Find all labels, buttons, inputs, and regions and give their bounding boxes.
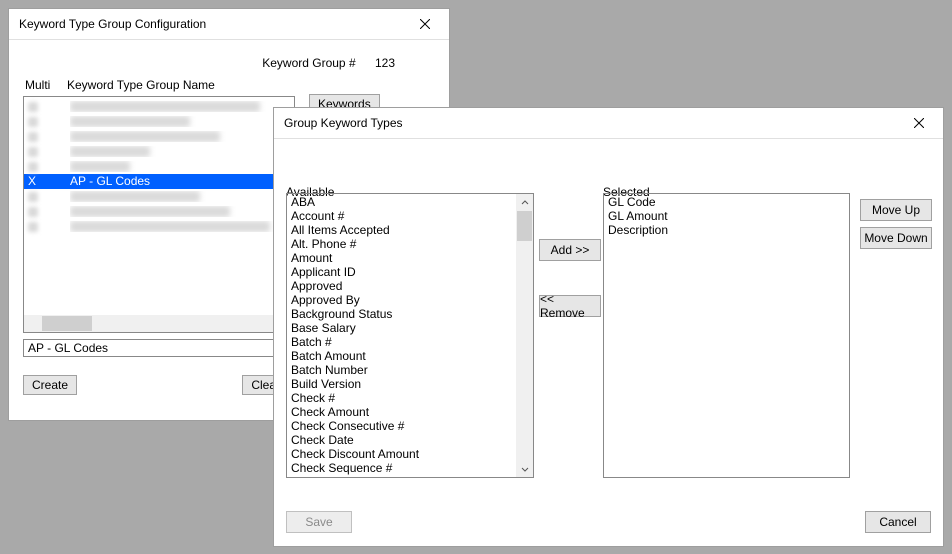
available-item[interactable]: Batch # [291,335,512,349]
available-item[interactable]: Check Discount Amount [291,447,512,461]
group-row[interactable] [24,99,294,114]
close-icon[interactable] [407,11,443,37]
scrollbar-thumb[interactable] [42,316,92,331]
available-item[interactable]: Base Salary [291,321,512,335]
group-row[interactable] [24,219,294,234]
group-row[interactable] [24,189,294,204]
group-keyword-types-window: Group Keyword Types Available ABAAccount… [273,107,944,547]
available-item[interactable]: Applicant ID [291,265,512,279]
move-down-button[interactable]: Move Down [860,227,932,249]
column-name: Keyword Type Group Name [67,78,435,92]
window-body: Available ABAAccount #All Items Accepted… [274,139,943,547]
cancel-button[interactable]: Cancel [865,511,931,533]
group-row-name [70,146,294,157]
group-row-multi [28,117,70,127]
available-item[interactable]: Approved By [291,293,512,307]
available-item[interactable]: Account # [291,209,512,223]
group-list[interactable]: XAP - GL Codes [23,96,295,333]
selected-listbox[interactable]: GL CodeGL AmountDescription [603,193,850,478]
group-row-multi [28,207,70,217]
window-title: Group Keyword Types [284,116,901,130]
group-row[interactable]: XAP - GL Codes [24,174,294,189]
scrollbar-thumb[interactable] [517,211,532,241]
group-row-name [70,101,294,112]
available-item[interactable]: Background Status [291,307,512,321]
selected-item[interactable]: GL Code [608,195,845,209]
selected-item[interactable]: GL Amount [608,209,845,223]
add-button[interactable]: Add >> [539,239,601,261]
group-row-name [70,116,294,127]
available-item[interactable]: Check # [291,391,512,405]
close-icon[interactable] [901,110,937,136]
group-row-multi [28,147,70,157]
available-item[interactable]: Approved [291,279,512,293]
available-listbox[interactable]: ABAAccount #All Items AcceptedAlt. Phone… [286,193,534,478]
available-item[interactable]: Alt. Phone # [291,237,512,251]
group-row[interactable] [24,114,294,129]
keyword-group-number-row: Keyword Group # 123 [23,48,435,78]
available-item[interactable]: Check Amount [291,405,512,419]
group-row-name [70,191,294,202]
group-row-multi [28,162,70,172]
group-row[interactable] [24,144,294,159]
group-row[interactable] [24,159,294,174]
group-row-multi [28,132,70,142]
available-item[interactable]: Batch Number [291,363,512,377]
available-item[interactable]: Batch Amount [291,349,512,363]
group-row[interactable] [24,204,294,219]
available-item[interactable]: ABA [291,195,512,209]
window-title: Keyword Type Group Configuration [19,17,407,31]
available-item[interactable]: Build Version [291,377,512,391]
horizontal-scrollbar[interactable] [24,315,294,332]
available-item[interactable]: Check Date [291,433,512,447]
available-item[interactable]: Check Consecutive # [291,419,512,433]
titlebar[interactable]: Keyword Type Group Configuration [9,9,449,40]
group-row-multi: X [28,174,70,189]
available-item[interactable]: Check Sequence # [291,461,512,475]
column-multi: Multi [25,78,67,92]
group-row-name: AP - GL Codes [70,174,294,189]
move-up-button[interactable]: Move Up [860,199,932,221]
group-row-multi [28,192,70,202]
group-row-multi [28,222,70,232]
group-row[interactable] [24,129,294,144]
group-row-name [70,161,294,172]
scroll-down-icon[interactable] [516,460,533,477]
available-item[interactable]: Check Serial # [291,475,512,477]
group-row-name [70,206,294,217]
keyword-group-number-value: 123 [375,56,395,70]
keyword-group-number-label: Keyword Group # [262,56,355,70]
available-item[interactable]: Amount [291,251,512,265]
create-button[interactable]: Create [23,375,77,395]
available-item[interactable]: All Items Accepted [291,223,512,237]
group-row-multi [28,102,70,112]
group-row-name [70,221,294,232]
available-list-inner: ABAAccount #All Items AcceptedAlt. Phone… [287,194,516,477]
remove-button[interactable]: << Remove [539,295,601,317]
vertical-scrollbar[interactable] [516,194,533,477]
scroll-up-icon[interactable] [516,194,533,211]
titlebar[interactable]: Group Keyword Types [274,108,943,139]
group-row-name [70,131,294,142]
group-list-inner: XAP - GL Codes [24,97,294,234]
save-button[interactable]: Save [286,511,352,533]
selected-item[interactable]: Description [608,223,845,237]
